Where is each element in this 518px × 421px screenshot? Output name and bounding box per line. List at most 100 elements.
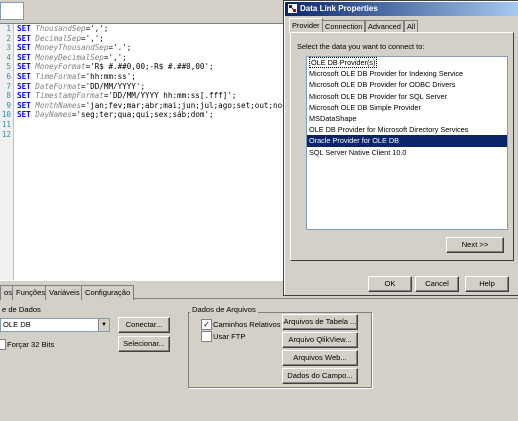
line-number: 10 — [1, 110, 11, 120]
provider-label: SQL Server Native Client 10.0 — [309, 147, 407, 157]
code-variable: TimestampFormat — [35, 91, 104, 101]
code-value: =','; — [85, 24, 109, 33]
code-keyword: SET — [17, 33, 31, 43]
next-button[interactable]: Next >> — [446, 237, 504, 253]
code-variable: TimeFormat — [35, 71, 82, 81]
provider-item[interactable]: Oracle Provider for OLE DB — [307, 135, 507, 147]
provider-label: Microsoft OLE DB Simple Provider — [309, 102, 421, 112]
provider-item[interactable]: Microsoft OLE DB Simple Provider — [307, 102, 507, 113]
code-value: ='hh:mm:ss'; — [81, 71, 136, 81]
toolbar-field[interactable] — [0, 2, 24, 20]
code-keyword: SET — [17, 43, 31, 53]
force32-checkbox[interactable] — [0, 339, 6, 350]
code-keyword: SET — [17, 52, 31, 62]
provider-instruction: Select the data you want to connect to: — [297, 42, 425, 51]
relative-paths-label: Caminhos Relativos — [213, 320, 281, 329]
line-number: 9 — [6, 100, 11, 110]
line-number: 3 — [6, 43, 11, 53]
use-ftp-checkbox[interactable] — [201, 331, 212, 342]
tab-provider[interactable]: Provider — [289, 18, 323, 33]
code-text: SET MoneyDecimalSep=','; — [17, 53, 127, 63]
code-keyword: SET — [17, 24, 31, 33]
tab-variaveis[interactable]: Variáveis — [45, 285, 84, 300]
code-keyword: SET — [17, 91, 31, 101]
code-text: SET DayNames='seg;ter;qua;qui;sex;sáb;do… — [17, 110, 214, 120]
code-variable: DayNames — [35, 110, 72, 120]
data-link-dialog: Data Link Properties Provider Connection… — [283, 0, 518, 296]
provider-label: Microsoft OLE DB Provider for Indexing S… — [309, 69, 464, 79]
provider-item[interactable]: MSDataShape — [307, 113, 507, 124]
provider-item[interactable]: Microsoft OLE DB Provider for SQL Server — [307, 91, 507, 102]
data-source-label: e de Dados — [2, 305, 41, 314]
dialog-titlebar[interactable]: Data Link Properties — [285, 2, 518, 16]
line-number: 11 — [1, 119, 11, 129]
line-number: 5 — [6, 62, 11, 72]
provider-label: OLE DB Provider for Microsoft Directory … — [309, 125, 469, 135]
force32-label: Forçar 32 Bits — [7, 340, 55, 349]
provider-item[interactable]: OLE DB Provider for Microsoft Directory … — [307, 124, 507, 135]
code-text: SET MoneyFormat='R$ #.##0,00;-R$ #.##0,0… — [17, 62, 214, 72]
relative-paths-checkbox[interactable]: ✓ — [201, 319, 212, 330]
dialog-title: Data Link Properties — [300, 4, 378, 13]
web-files-button[interactable]: Arquivos Web... — [282, 350, 358, 366]
data-source-select[interactable]: OLE DB ▼ — [0, 318, 110, 332]
code-keyword: SET — [17, 81, 31, 91]
code-variable: MoneyFormat — [35, 62, 86, 72]
line-number: 12 — [1, 129, 11, 139]
provider-label: OLE DB Provider(s) — [309, 57, 378, 68]
code-text: SET TimestampFormat='DD/MM/YYYY hh:mm:ss… — [17, 91, 236, 101]
line-number: 7 — [6, 81, 11, 91]
tab-configuracao[interactable]: Configuração — [81, 285, 135, 300]
select-button[interactable]: Selecionar... — [118, 336, 170, 352]
use-ftp-label: Usar FTP — [213, 332, 246, 341]
code-value: ='DD/MM/YYYY hh:mm:ss[.fff]'; — [103, 91, 237, 101]
help-button[interactable]: Help — [465, 276, 509, 292]
data-link-icon — [288, 4, 297, 13]
table-files-button[interactable]: Arquivos de Tabela ... — [282, 314, 358, 330]
tab-funcoes[interactable]: Funções — [12, 285, 50, 300]
provider-label: Microsoft OLE DB Provider for ODBC Drive… — [309, 80, 456, 90]
code-text: SET MonthNames='jan;fev;mar;abr;mai;jun;… — [17, 101, 282, 111]
code-variable: MoneyDecimalSep — [35, 52, 104, 62]
line-number: 6 — [6, 71, 11, 81]
code-text: SET DateFormat='DD/MM/YYYY'; — [17, 82, 145, 92]
provider-label: Oracle Provider for OLE DB — [309, 136, 400, 146]
code-value: ='.'; — [108, 43, 132, 53]
provider-label: MSDataShape — [309, 113, 357, 123]
check-icon: ✓ — [203, 320, 210, 329]
code-variable: MonthNames — [35, 100, 82, 110]
line-number: 4 — [6, 52, 11, 62]
ok-button[interactable]: OK — [368, 276, 412, 292]
provider-item[interactable]: SQL Server Native Client 10.0 — [307, 147, 507, 158]
provider-item[interactable]: OLE DB Provider(s) — [307, 57, 507, 68]
code-keyword: SET — [17, 110, 31, 120]
provider-item[interactable]: Microsoft OLE DB Provider for ODBC Drive… — [307, 79, 507, 90]
code-text: SET DecimalSep=','; — [17, 34, 104, 44]
provider-list[interactable]: OLE DB Provider(s) Microsoft OLE DB Provi… — [306, 56, 508, 230]
cancel-button[interactable]: Cancel — [415, 276, 459, 292]
code-text: SET TimeFormat='hh:mm:ss'; — [17, 72, 136, 82]
code-value: ='R$ #.##0,00;-R$ #.##0,00'; — [85, 62, 214, 72]
code-text: SET ThousandSep=','; — [17, 24, 108, 34]
field-data-button[interactable]: Dados do Campo... — [282, 368, 358, 384]
code-value: ='seg;ter;qua;qui;sex;sáb;dom'; — [71, 110, 214, 120]
chevron-down-icon[interactable]: ▼ — [98, 319, 109, 331]
qlikview-file-button[interactable]: Arquivo QlikView... — [282, 332, 358, 348]
code-text: SET MoneyThousandSep='.'; — [17, 43, 131, 53]
code-variable: DateFormat — [35, 81, 82, 91]
connect-button[interactable]: Conectar... — [118, 317, 170, 333]
code-variable: MoneyThousandSep — [35, 43, 109, 53]
data-source-value: OLE DB — [3, 320, 31, 329]
code-keyword: SET — [17, 71, 31, 81]
provider-item[interactable]: Microsoft OLE DB Provider for Indexing S… — [307, 68, 507, 79]
code-value: ='jan;fev;mar;abr;mai;jun;jul;ago;set;ou… — [81, 100, 283, 110]
code-keyword: SET — [17, 62, 31, 72]
line-number: 2 — [6, 33, 11, 43]
code-variable: ThousandSep — [35, 24, 86, 33]
code-variable: DecimalSep — [35, 33, 82, 43]
code-value: ='DD/MM/YYYY'; — [81, 81, 146, 91]
code-value: =','; — [103, 52, 127, 62]
line-number: 1 — [6, 24, 11, 33]
provider-label: Microsoft OLE DB Provider for SQL Server — [309, 91, 448, 101]
files-group-title: Dados de Arquivos — [190, 305, 258, 314]
